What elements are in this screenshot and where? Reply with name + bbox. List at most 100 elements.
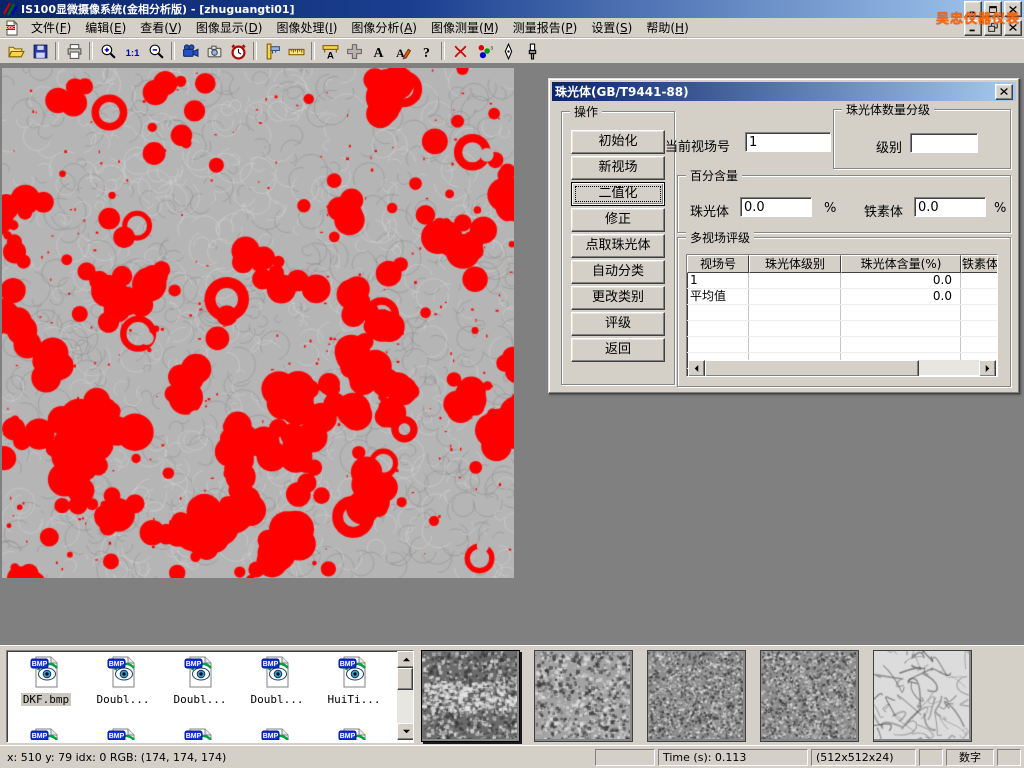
current-field-input[interactable]	[745, 132, 831, 152]
toolbar-count-marks-button[interactable]: 3	[472, 40, 496, 62]
toolbar-annotate-button[interactable]: A	[390, 40, 414, 62]
toolbar-timer-button[interactable]	[226, 40, 250, 62]
scroll-left-icon[interactable]	[688, 360, 705, 377]
table-body: 10.0平均值0.0	[687, 273, 997, 369]
op-button-3[interactable]: 二值化	[571, 182, 665, 206]
toolbar-brush-button[interactable]	[520, 40, 544, 62]
scrollbar-thumb[interactable]	[397, 668, 413, 690]
ruler-icon	[288, 43, 305, 60]
scroll-right-icon[interactable]	[979, 360, 996, 377]
table-column-header[interactable]: 视场号	[687, 255, 749, 273]
menu-item[interactable]: 查看(V)	[133, 17, 189, 38]
toolbar-print-button[interactable]	[62, 40, 86, 62]
toolbar-video-camera-button[interactable]	[178, 40, 202, 62]
rating-table[interactable]: 视场号珠光体级别珠光体含量(%)铁素体含量(%) 10.0平均值0.0	[686, 254, 998, 377]
table-horizontal-scrollbar[interactable]	[688, 360, 996, 375]
menu-item[interactable]: 测量报告(P)	[506, 17, 585, 38]
toolbar-zoom-out-button[interactable]	[144, 40, 168, 62]
toolbar-caliper-button[interactable]	[260, 40, 284, 62]
scrollbar-thumb[interactable]	[705, 360, 919, 377]
op-button-1[interactable]: 初始化	[571, 130, 665, 154]
file-item[interactable]: BMP Doubl...	[163, 655, 237, 706]
file-item[interactable]: BMP	[317, 727, 391, 740]
grade-input[interactable]	[910, 133, 978, 153]
ferrite-input[interactable]	[914, 197, 986, 217]
menu-item[interactable]: 文件(F)	[24, 17, 78, 38]
toolbar-grid-button[interactable]	[342, 40, 366, 62]
table-row[interactable]: 平均值0.0	[687, 289, 997, 305]
toolbar-zoom-in-button[interactable]	[96, 40, 120, 62]
toolbar-pen-button[interactable]	[496, 40, 520, 62]
image-thumbnail[interactable]	[873, 650, 972, 742]
toolbar-open-button[interactable]	[4, 40, 28, 62]
toolbar-separator	[171, 42, 175, 60]
file-vertical-scrollbar[interactable]	[397, 651, 413, 740]
video-camera-icon	[182, 43, 199, 60]
table-row[interactable]	[687, 337, 997, 353]
status-panel-empty	[997, 749, 1021, 766]
toolbar-ruler-button[interactable]	[284, 40, 308, 62]
image-thumbnail[interactable]	[760, 650, 859, 742]
file-item[interactable]: BMPDoubl...	[240, 655, 314, 706]
menu-item[interactable]: 帮助(H)	[639, 17, 695, 38]
cursor-position-readout: x: 510 y: 79 idx: 0 RGB: (174, 174, 174)	[3, 751, 592, 764]
op-button-4[interactable]: 修正	[571, 208, 665, 232]
menu-item[interactable]: 图像处理(I)	[269, 17, 344, 38]
op-button-8[interactable]: 评级	[571, 312, 665, 336]
table-row[interactable]	[687, 305, 997, 321]
toolbar-measure-text-button[interactable]: A	[318, 40, 342, 62]
image-thumbnail[interactable]	[534, 650, 633, 742]
bmp-file-icon: BMP	[337, 655, 371, 689]
file-name: Doubl...	[172, 693, 229, 706]
file-item[interactable]: BMP	[86, 727, 160, 740]
table-row[interactable]: 10.0	[687, 273, 997, 289]
toolbar-curve-cut-button[interactable]	[448, 40, 472, 62]
svg-text:BMP: BMP	[263, 733, 279, 740]
percent-legend: 百分含量	[686, 167, 742, 184]
toolbar-camera-button[interactable]	[202, 40, 226, 62]
table-column-header[interactable]: 珠光体含量(%)	[841, 255, 961, 273]
pearlite-dialog: 珠光体(GB/T9441-88) 操作 初始化新视场二值化修正点取珠光体自动分类…	[548, 78, 1020, 394]
scroll-up-icon[interactable]	[397, 651, 414, 668]
op-button-7[interactable]: 更改类别	[571, 286, 665, 310]
dialog-title-bar[interactable]: 珠光体(GB/T9441-88)	[552, 82, 1016, 101]
menu-item[interactable]: 设置(S)	[584, 17, 639, 38]
table-cell	[841, 305, 961, 320]
menu-item[interactable]: 图像测量(M)	[424, 17, 506, 38]
pen-icon	[500, 43, 517, 60]
scroll-down-icon[interactable]	[397, 723, 414, 740]
table-column-header[interactable]: 珠光体级别	[749, 255, 841, 273]
caliper-icon	[264, 43, 281, 60]
table-row[interactable]	[687, 321, 997, 337]
toolbar-text-button[interactable]: A	[366, 40, 390, 62]
micrograph-image[interactable]	[2, 68, 514, 578]
brush-icon	[524, 43, 541, 60]
file-item[interactable]: BMPHuiTi...	[317, 655, 391, 706]
toolbar-help-button[interactable]: ?	[414, 40, 438, 62]
image-thumbnail[interactable]	[647, 650, 746, 742]
file-item[interactable]: BMPDoubl...	[86, 655, 160, 706]
op-button-6[interactable]: 自动分类	[571, 260, 665, 284]
menu-item[interactable]: 编辑(E)	[78, 17, 133, 38]
dialog-title: 珠光体(GB/T9441-88)	[555, 83, 993, 100]
menu-item[interactable]: 图像分析(A)	[344, 17, 424, 38]
toolbar-actual-size-button[interactable]: 1:1	[120, 40, 144, 62]
svg-text:BMP: BMP	[32, 661, 48, 668]
file-item[interactable]: BMP	[163, 727, 237, 740]
pearlite-input[interactable]	[740, 197, 812, 217]
file-item[interactable]: BMPDKF.bmp	[9, 655, 83, 706]
pearlite-label: 珠光体	[690, 201, 729, 220]
table-column-header[interactable]: 铁素体含量(%)	[961, 255, 998, 273]
op-button-5[interactable]: 点取珠光体	[571, 234, 665, 258]
current-field-label: 当前视场号	[665, 136, 730, 155]
op-button-2[interactable]: 新视场	[571, 156, 665, 180]
dialog-close-icon[interactable]	[995, 84, 1013, 100]
menu-item[interactable]: 图像显示(D)	[189, 17, 270, 38]
grade-label: 级别	[876, 137, 902, 156]
op-button-9[interactable]: 返回	[571, 338, 665, 362]
file-item[interactable]: BMP	[9, 727, 83, 740]
file-item[interactable]: BMP	[240, 727, 314, 740]
toolbar-save-button[interactable]	[28, 40, 52, 62]
image-thumbnail[interactable]	[421, 650, 520, 742]
bmp-file-icon: BMP	[183, 655, 217, 689]
